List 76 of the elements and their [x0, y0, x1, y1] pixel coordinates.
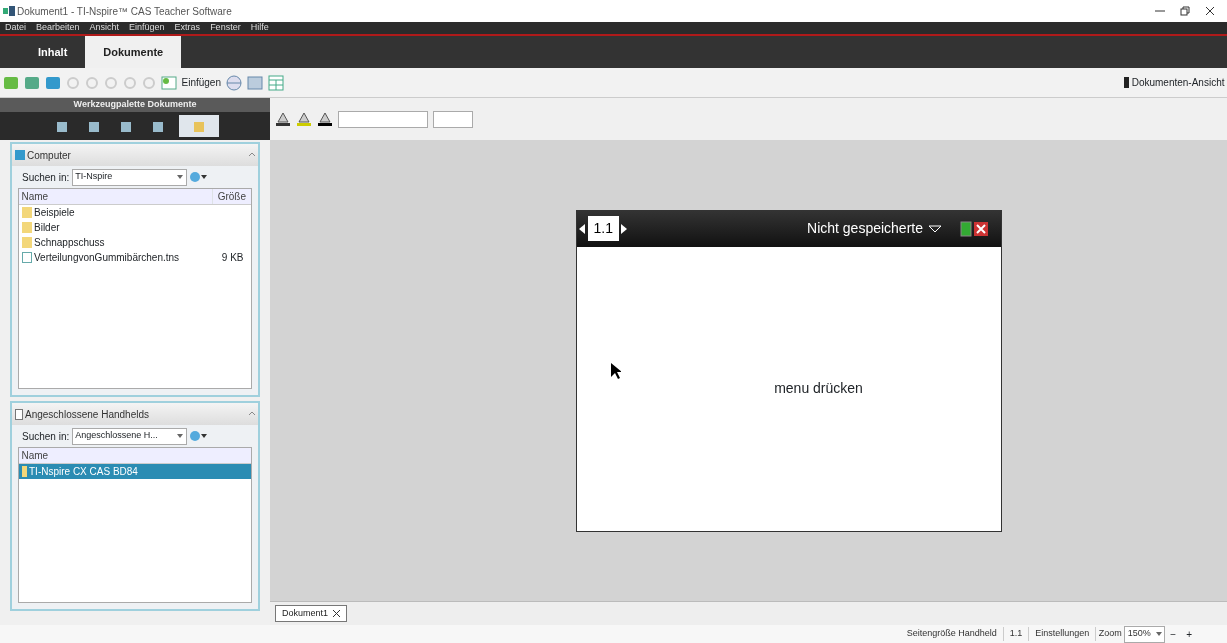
- search-dropdown[interactable]: Angeschlossene H...: [71, 427, 187, 445]
- caret-icon: [1155, 632, 1162, 636]
- search-dropdown[interactable]: TI-Nspire: [71, 168, 187, 186]
- page-size-label[interactable]: Seitengröße Handheld: [900, 627, 1004, 641]
- fill-color-icon[interactable]: [275, 111, 291, 127]
- menu-item[interactable]: Bearbeiten: [31, 21, 85, 35]
- document-tab[interactable]: Dokument1: [275, 604, 348, 623]
- screen-message: menu drücken: [774, 379, 863, 398]
- file-name: Beispiele: [34, 206, 76, 220]
- menu-item[interactable]: Datei: [0, 21, 31, 35]
- column-header[interactable]: Name: [19, 189, 212, 204]
- file-name: Bilder: [34, 221, 61, 235]
- collapse-icon[interactable]: [247, 410, 256, 418]
- folder-icon: [21, 222, 32, 233]
- file-row[interactable]: VerteilungvonGummibärchen.tns 9 KB: [19, 250, 251, 265]
- folder-icon: [193, 120, 205, 133]
- folder-icon: [21, 207, 32, 218]
- handheld-icon: [14, 408, 23, 420]
- insert-button[interactable]: Einfügen: [181, 75, 221, 90]
- font-field[interactable]: [338, 110, 428, 128]
- panel-title: Computer: [27, 148, 71, 163]
- folder-icon: [21, 237, 32, 248]
- mouse-pointer-icon: [610, 362, 621, 379]
- menu-item[interactable]: Hilfe: [245, 21, 274, 35]
- dropdown-icon[interactable]: [928, 224, 942, 233]
- file-row[interactable]: Bilder: [19, 220, 251, 235]
- app-logo-icon: [2, 6, 15, 16]
- zoom-label: Zoom: [1097, 627, 1123, 641]
- table-icon[interactable]: [268, 74, 284, 91]
- document-view-button[interactable]: Dokumenten-Ansicht: [1131, 75, 1225, 90]
- page-number: 1.1: [1003, 627, 1030, 641]
- zoom-dropdown[interactable]: 150%: [1124, 625, 1166, 643]
- settings-link[interactable]: Einstellungen: [1029, 627, 1097, 641]
- zoom-out-button[interactable]: −: [1165, 626, 1182, 642]
- document-title: Nicht gespeicherte: [807, 219, 923, 238]
- previous-page-icon[interactable]: [579, 223, 585, 234]
- menu-item[interactable]: Extras: [169, 21, 206, 35]
- file-name: VerteilungvonGummibärchen.tns: [34, 251, 181, 265]
- menu-item[interactable]: Einfügen: [124, 21, 170, 35]
- text-color-icon[interactable]: [317, 111, 333, 127]
- font-size-field[interactable]: [433, 110, 473, 128]
- battery-icon: [959, 220, 972, 237]
- window-title: Dokument1 - TI-Nspire™ CAS Teacher Software: [17, 4, 232, 19]
- caret-icon: [177, 434, 184, 438]
- zoom-in-button[interactable]: +: [1181, 626, 1197, 642]
- palette-title: Werkzeugpalette Dokumente: [0, 98, 270, 112]
- file-row[interactable]: Beispiele: [19, 205, 251, 220]
- insert-page-icon[interactable]: [160, 74, 177, 91]
- search-label: Suchen in:: [22, 429, 70, 444]
- handheld-row[interactable]: TI-Nspire CX CAS BD84: [19, 464, 251, 479]
- workspace-tab[interactable]: Inhalt: [20, 36, 86, 68]
- collapse-icon[interactable]: [247, 151, 256, 159]
- menu-item[interactable]: Ansicht: [84, 21, 125, 35]
- close-document-icon[interactable]: [974, 221, 988, 236]
- document-icon: [21, 252, 32, 263]
- next-page-icon[interactable]: [621, 223, 628, 234]
- column-header[interactable]: Name: [19, 448, 251, 464]
- search-label: Suchen in:: [22, 170, 70, 185]
- file-name: Schnappschuss: [34, 236, 106, 250]
- globe-icon[interactable]: [226, 74, 242, 91]
- close-icon[interactable]: [333, 610, 341, 617]
- handheld-icon: [21, 466, 27, 477]
- workspace-tab[interactable]: Dokumente: [85, 36, 182, 68]
- menu-item[interactable]: Fenster: [205, 21, 246, 35]
- file-row[interactable]: Schnappschuss: [19, 235, 251, 250]
- caret-icon: [177, 175, 184, 179]
- computer-icon: [14, 150, 25, 160]
- line-color-icon[interactable]: [296, 111, 312, 127]
- close-icon[interactable]: [1204, 6, 1215, 16]
- restore-icon[interactable]: [1179, 6, 1190, 16]
- panel-title: Angeschlossene Handhelds: [25, 407, 149, 422]
- page-tab[interactable]: 1.1: [587, 216, 619, 241]
- column-header[interactable]: Größe: [211, 189, 251, 204]
- file-size: 9 KB: [221, 251, 245, 265]
- handheld-icon: [1124, 77, 1130, 88]
- handheld-name: TI-Nspire CX CAS BD84: [29, 465, 138, 479]
